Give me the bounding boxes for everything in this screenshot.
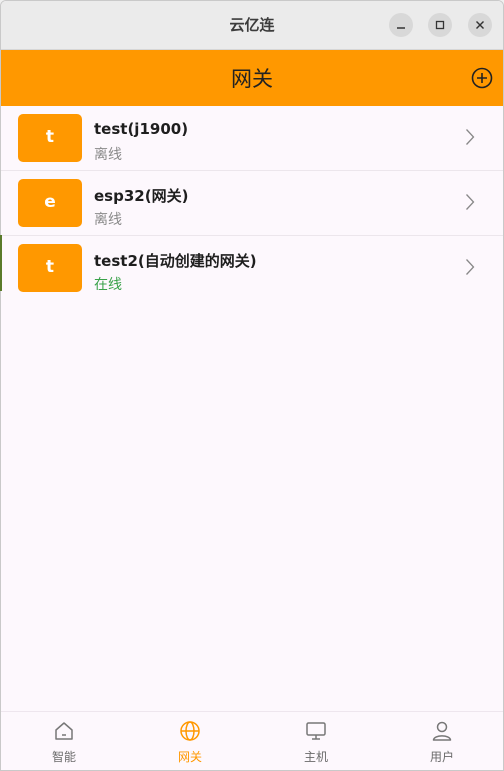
nav-tab-smart[interactable]: 智能 bbox=[1, 712, 127, 770]
bottom-nav: 智能 网关 主机 用户 bbox=[1, 711, 503, 770]
gateway-avatar: t bbox=[18, 114, 82, 162]
gateway-list-item[interactable]: e esp32(网关) 离线 bbox=[1, 171, 503, 236]
chevron-right-icon bbox=[466, 129, 475, 145]
page-title: 网关 bbox=[231, 67, 273, 91]
gateway-status: 离线 bbox=[94, 212, 122, 228]
gateway-avatar: e bbox=[18, 179, 82, 227]
close-button[interactable] bbox=[468, 13, 492, 37]
chevron-right-icon bbox=[466, 259, 475, 275]
gateway-avatar: t bbox=[18, 244, 82, 292]
add-circle-icon[interactable] bbox=[471, 67, 493, 89]
globe-icon bbox=[180, 721, 200, 741]
chevron-right-icon bbox=[466, 194, 475, 210]
monitor-icon bbox=[306, 722, 326, 740]
minimize-icon bbox=[397, 27, 405, 29]
nav-tab-user[interactable]: 用户 bbox=[379, 712, 503, 770]
gateway-name: esp32(网关) bbox=[94, 187, 189, 205]
gateway-name: test2(自动创建的网关) bbox=[94, 252, 257, 270]
title-bar[interactable]: 云亿连 bbox=[1, 1, 503, 50]
gateway-list-item[interactable]: t test2(自动创建的网关) 在线 bbox=[1, 236, 503, 300]
nav-label: 用户 bbox=[429, 750, 454, 764]
nav-tab-host[interactable]: 主机 bbox=[253, 712, 379, 770]
gateway-status: 离线 bbox=[94, 147, 122, 163]
home-icon bbox=[55, 722, 73, 740]
minimize-button[interactable] bbox=[389, 13, 413, 37]
gateway-status: 在线 bbox=[94, 277, 122, 293]
nav-label: 智能 bbox=[51, 750, 76, 764]
nav-tab-gateway[interactable]: 网关 bbox=[127, 712, 253, 770]
maximize-icon bbox=[435, 20, 445, 30]
app-window: 云亿连 网关 t test(j1900) 离线 e esp32(网关) 离线 t… bbox=[0, 0, 504, 771]
app-bar: 网关 bbox=[1, 50, 503, 106]
gateway-list-item[interactable]: t test(j1900) 离线 bbox=[1, 106, 503, 171]
gateway-name: test(j1900) bbox=[94, 120, 189, 138]
gateway-list: t test(j1900) 离线 e esp32(网关) 离线 t test2(… bbox=[1, 106, 503, 300]
nav-label: 主机 bbox=[303, 750, 328, 764]
nav-label: 网关 bbox=[177, 750, 202, 764]
maximize-button[interactable] bbox=[428, 13, 452, 37]
background-window-edge bbox=[0, 235, 2, 291]
close-icon bbox=[476, 21, 484, 29]
user-icon bbox=[432, 721, 452, 741]
